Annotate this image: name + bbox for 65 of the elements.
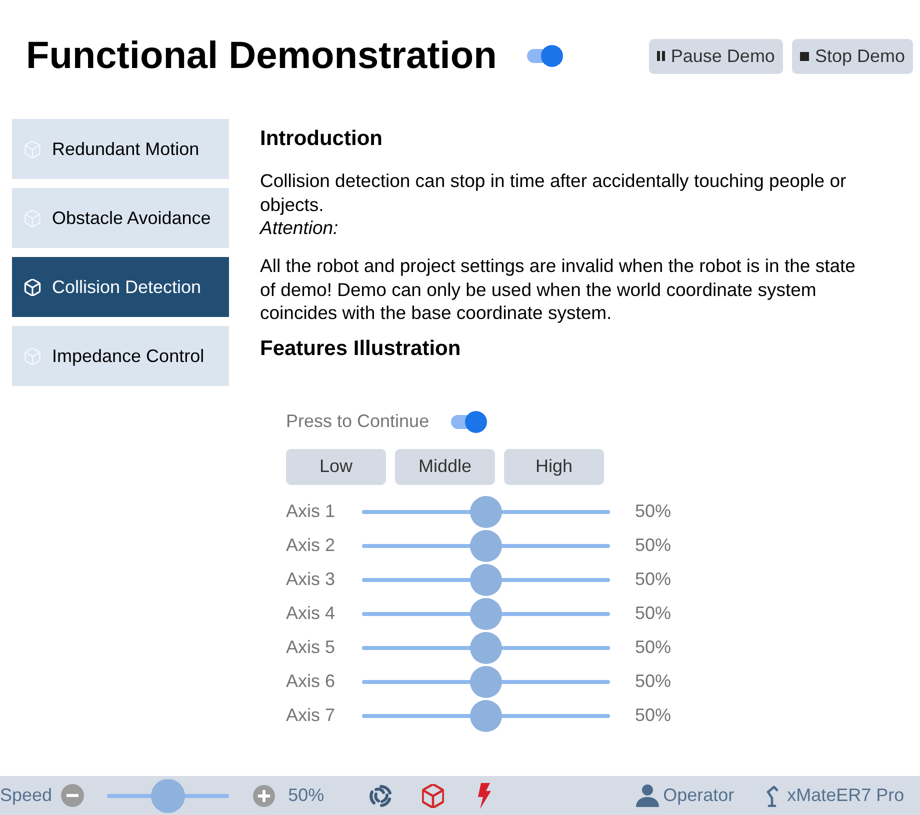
lightning-icon[interactable] <box>476 782 492 808</box>
attention-label: Attention: <box>260 216 340 240</box>
axis-label: Axis 3 <box>286 569 336 590</box>
page-title: Functional Demonstration <box>26 34 497 78</box>
axis-slider[interactable] <box>362 666 610 698</box>
axis-reading: 50% <box>635 671 672 692</box>
preset-button[interactable]: Low <box>286 448 386 484</box>
axis-slider[interactable] <box>362 496 610 528</box>
cube-icon <box>24 140 41 158</box>
sidebar-item[interactable]: Redundant Motion <box>12 119 229 179</box>
cube-icon[interactable] <box>422 784 444 808</box>
user-role: Operator <box>663 785 734 806</box>
swirl-icon[interactable] <box>369 784 394 808</box>
preset-button[interactable]: Middle <box>395 448 495 484</box>
axis-label: Axis 2 <box>286 535 336 556</box>
speed-label: Speed <box>0 785 52 806</box>
attention-text: All the robot and project settings are invalid when the robot is in the state of demo! Demo can only be used when the world coordinate system coincides with the base coordinate system. <box>260 254 856 324</box>
pause-demo-button[interactable]: Pause Demo <box>648 38 783 74</box>
axis-reading: 50% <box>635 637 672 658</box>
stop-icon <box>800 52 809 60</box>
axis-reading: 50% <box>635 501 672 522</box>
axis-reading: 50% <box>635 535 672 556</box>
cube-icon <box>24 278 41 296</box>
press-to-continue-label: Press to Continue <box>286 411 430 432</box>
axis-reading: 50% <box>635 569 672 590</box>
axis-label: Axis 7 <box>286 705 336 726</box>
axis-label: Axis 4 <box>286 603 336 624</box>
axis-label: Axis 6 <box>286 671 336 692</box>
speed-slider[interactable] <box>107 778 230 812</box>
cube-icon <box>24 210 41 226</box>
robot-model: xMateER7 Pro <box>787 785 904 806</box>
axis-slider[interactable] <box>362 700 610 732</box>
axis-label: Axis 5 <box>286 637 336 658</box>
axis-slider[interactable] <box>362 530 610 562</box>
slider-thumb[interactable] <box>151 778 186 812</box>
section-heading: Features Illustration <box>260 336 462 360</box>
axis-label: Axis 1 <box>286 501 336 522</box>
stop-demo-button[interactable]: Stop Demo <box>792 38 913 74</box>
robot-arm-icon <box>766 784 778 806</box>
sidebar-item[interactable]: Collision Detection <box>12 257 229 317</box>
slider-thumb[interactable] <box>470 666 502 698</box>
axis-reading: 50% <box>635 705 672 726</box>
axis-slider[interactable] <box>362 632 610 664</box>
speed-reading: 50% <box>288 785 324 806</box>
slider-thumb[interactable] <box>470 496 502 528</box>
press-to-continue-toggle[interactable] <box>449 410 488 432</box>
cube-icon <box>24 348 41 364</box>
sidebar-item[interactable]: Obstacle Avoidance <box>12 188 229 248</box>
slider-thumb[interactable] <box>470 700 502 732</box>
preset-button[interactable]: High <box>504 448 604 484</box>
slider-thumb[interactable] <box>470 598 502 630</box>
section-heading: Introduction <box>260 127 384 151</box>
axis-reading: 50% <box>635 603 672 624</box>
demo-toggle[interactable] <box>524 45 563 67</box>
sidebar-item[interactable]: Impedance Control <box>12 326 229 386</box>
axis-slider[interactable] <box>362 564 610 596</box>
description-text: Collision detection can stop in time after accidentally touching people or objects. <box>260 169 848 216</box>
slider-thumb[interactable] <box>470 564 502 596</box>
minus-icon[interactable] <box>61 784 84 807</box>
plus-icon[interactable] <box>253 784 276 806</box>
pause-icon <box>656 51 665 61</box>
user-icon <box>636 784 660 807</box>
slider-thumb[interactable] <box>470 632 502 664</box>
slider-thumb[interactable] <box>470 530 502 562</box>
axis-slider[interactable] <box>362 598 610 630</box>
